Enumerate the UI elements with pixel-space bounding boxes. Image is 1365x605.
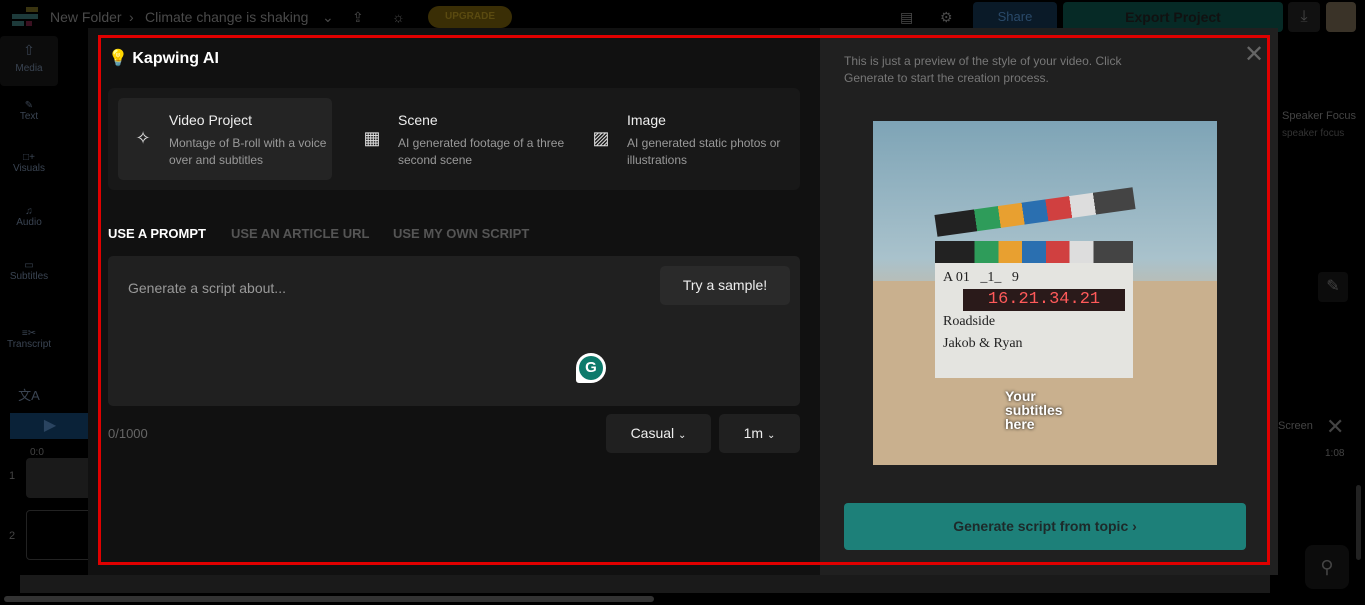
- card-desc: Montage of B-roll with a voice over and …: [169, 136, 327, 167]
- sidebar-item-media[interactable]: ⇧ Media: [0, 36, 58, 86]
- kapwing-logo[interactable]: [12, 7, 38, 27]
- music-icon: ♫: [25, 206, 33, 217]
- comment-icon[interactable]: ▤: [900, 9, 913, 26]
- upload-icon[interactable]: ⇪: [352, 9, 364, 26]
- speaker-focus-title[interactable]: Speaker Focus: [1282, 110, 1356, 122]
- prompt-placeholder[interactable]: Generate a script about...: [128, 280, 286, 296]
- duration-dropdown[interactable]: 1m ⌄: [719, 414, 800, 453]
- tone-dropdown[interactable]: Casual ⌄: [606, 414, 711, 453]
- sidebar-item-visuals[interactable]: □+ Visuals: [0, 152, 58, 174]
- generate-script-button[interactable]: Generate script from topic ›: [844, 503, 1246, 550]
- track-number: 2: [9, 530, 16, 542]
- thumbnail-strip: [20, 575, 1270, 593]
- try-sample-button[interactable]: Try a sample!: [660, 266, 790, 305]
- kapwing-ai-bulb-icon: 💡: [108, 50, 128, 67]
- image-icon: ▨: [592, 128, 610, 148]
- duration-value: 1m: [743, 425, 764, 441]
- modal-title: 💡 Kapwing AI: [108, 48, 219, 68]
- fullscreen-button[interactable]: Screen: [1278, 420, 1313, 432]
- timeline-end: 1:08: [1325, 448, 1345, 459]
- close-icon[interactable]: ✕: [1326, 414, 1344, 440]
- project-title[interactable]: Climate change is shaking: [145, 9, 308, 25]
- play-button[interactable]: ▶: [10, 413, 90, 439]
- pencil-icon: ✎: [24, 100, 34, 111]
- sidebar-label: Subtitles: [9, 271, 49, 282]
- card-title: Scene: [398, 112, 438, 128]
- tab-use-own-script[interactable]: USE MY OWN SCRIPT: [393, 226, 529, 241]
- breadcrumb-folder[interactable]: New Folder: [50, 9, 122, 25]
- tab-use-a-prompt[interactable]: USE A PROMPT: [108, 226, 206, 241]
- close-modal-icon[interactable]: ✕: [1244, 40, 1264, 69]
- sidebar-label: Text: [19, 111, 39, 122]
- clapperboard: A 01 _1_ 9 16.21.34.21 Roadside Jakob & R…: [935, 263, 1133, 378]
- card-video-project[interactable]: ✧ Video Project Montage of B-roll with a…: [118, 98, 332, 180]
- search-icon[interactable]: ⚲: [1305, 545, 1349, 589]
- upload-cloud-icon: ⇧: [23, 42, 35, 58]
- sidebar-label: Transcript: [6, 339, 52, 350]
- card-desc: AI generated footage of a three second s…: [398, 136, 565, 167]
- speaker-focus-desc: speaker focus: [1282, 128, 1345, 139]
- preview-image: A 01 _1_ 9 16.21.34.21 Roadside Jakob & R…: [873, 121, 1217, 465]
- subtitle-preview: Your subtitles here: [1005, 388, 1063, 432]
- clapper-stripes: [935, 241, 1133, 263]
- lightbulb-icon[interactable]: ☼: [392, 9, 405, 25]
- translate-icon[interactable]: 文A: [0, 385, 58, 404]
- horizontal-scrollbar[interactable]: [4, 596, 654, 602]
- character-count: 0/1000: [108, 426, 148, 441]
- generate-label: Generate script from topic: [953, 518, 1129, 534]
- brand-text: Kapwing AI: [132, 50, 219, 67]
- shapes-icon: □+: [23, 152, 35, 163]
- vertical-scrollbar[interactable]: [1356, 485, 1361, 560]
- track-number: 1: [9, 470, 16, 482]
- timeline-start: 0:0: [30, 447, 44, 458]
- eyedropper-icon[interactable]: ✎: [1318, 272, 1348, 302]
- chevron-down-icon: ⌄: [766, 430, 776, 441]
- transcript-icon: ≡✂: [21, 328, 37, 339]
- chevron-right-icon: ›: [1132, 518, 1137, 534]
- grammarly-icon[interactable]: G: [576, 353, 606, 383]
- tab-use-article-url[interactable]: USE AN ARTICLE URL: [231, 226, 369, 241]
- sidebar-item-transcript[interactable]: ≡✂ Transcript: [0, 328, 58, 350]
- download-icon[interactable]: ⤓: [1288, 2, 1320, 32]
- sidebar-label: Audio: [16, 217, 42, 228]
- sidebar-item-audio[interactable]: ♫ Audio: [0, 206, 58, 228]
- sidebar-item-subtitles[interactable]: ▭ Subtitles: [0, 260, 58, 282]
- sidebar-label: Media: [15, 63, 43, 74]
- subtitles-icon: ▭: [24, 260, 34, 271]
- card-scene[interactable]: ▦ Scene AI generated footage of a three …: [347, 98, 564, 180]
- card-desc: AI generated static photos or illustrati…: [627, 136, 781, 167]
- avatar[interactable]: [1326, 2, 1356, 32]
- magic-wand-icon: ✧: [135, 128, 151, 148]
- clapper-top: [934, 187, 1136, 237]
- chevron-down-icon: ⌄: [678, 430, 687, 441]
- audio-track-clip[interactable]: [26, 510, 96, 560]
- card-image[interactable]: ▨ Image AI generated static photos or il…: [576, 98, 790, 180]
- sidebar-item-text[interactable]: ✎ Text: [0, 100, 58, 122]
- chevron-down-icon[interactable]: ⌄: [322, 9, 334, 26]
- gear-icon[interactable]: ⚙: [940, 9, 953, 26]
- tone-value: Casual: [630, 425, 675, 441]
- audio-track-clip[interactable]: [26, 458, 96, 498]
- preview-note: This is just a preview of the style of y…: [844, 54, 1122, 85]
- film-icon: ▦: [363, 128, 381, 148]
- chevron-right-icon: ›: [129, 9, 134, 25]
- card-title: Video Project: [169, 112, 253, 128]
- upgrade-button[interactable]: UPGRADE: [428, 6, 512, 28]
- sidebar-label: Visuals: [12, 163, 46, 174]
- card-title: Image: [627, 112, 666, 128]
